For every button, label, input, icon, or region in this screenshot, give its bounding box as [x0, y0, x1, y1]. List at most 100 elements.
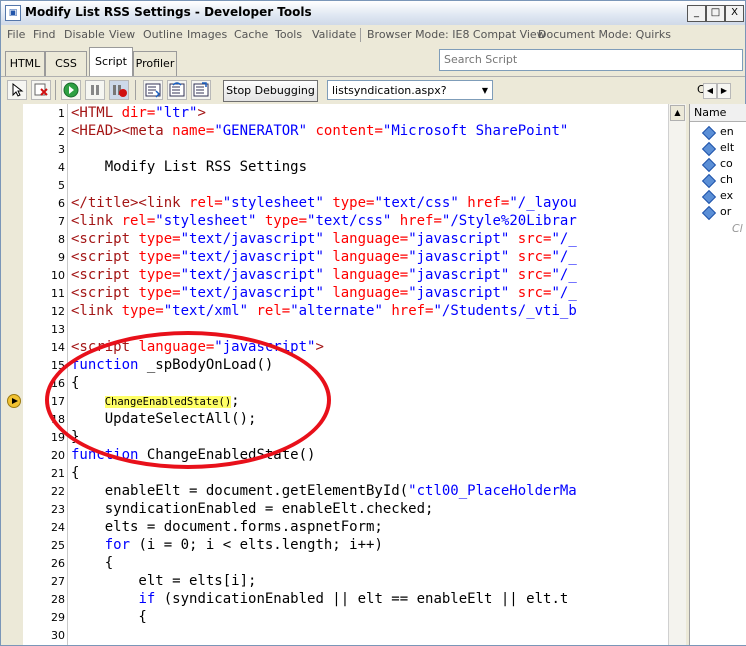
code-line-11: <script type="text/javascript" language=…: [71, 285, 577, 301]
step-over-button[interactable]: [167, 80, 187, 100]
cursor-icon: [12, 82, 24, 97]
code-line-27: elt = elts[i];: [71, 573, 257, 589]
property-icon: [701, 125, 717, 141]
menu-bar: File Find Disable View Outline Images Ca…: [1, 25, 745, 45]
menu-file[interactable]: File: [7, 28, 25, 41]
line-number: 28: [51, 593, 65, 606]
red-annotation-circle: [45, 331, 331, 469]
property-icon: [701, 157, 717, 173]
locals-item[interactable]: co: [701, 156, 746, 173]
property-icon: [701, 141, 717, 157]
code-line-10: <script type="text/javascript" language=…: [71, 267, 577, 283]
developer-tools-window: ▣ Modify List RSS Settings - Developer T…: [0, 0, 746, 646]
breakpoint-gutter[interactable]: [1, 104, 23, 645]
code-line-23: syndicationEnabled = enableElt.checked;: [71, 501, 434, 517]
line-number: 21: [51, 467, 65, 480]
line-number: 12: [51, 305, 65, 318]
line-number: 4: [58, 161, 65, 174]
line-number: 10: [51, 269, 65, 282]
menu-browser-mode[interactable]: Browser Mode: IE8 Compat View: [367, 28, 546, 41]
line-number: 24: [51, 521, 65, 534]
property-icon: [701, 205, 717, 221]
minimize-button[interactable]: _: [687, 5, 706, 22]
search-box: [439, 49, 743, 71]
locals-pane: Name en elt co ch ex or Cl: [689, 104, 746, 645]
menu-separator: [360, 28, 361, 42]
line-number: 27: [51, 575, 65, 588]
menu-tools[interactable]: Tools: [275, 28, 302, 41]
chevron-up-icon: ▲: [674, 108, 681, 117]
title-bar: ▣ Modify List RSS Settings - Developer T…: [1, 1, 745, 26]
locals-header-name[interactable]: Name: [690, 104, 746, 122]
clear-icon: [34, 83, 48, 96]
select-element-button[interactable]: [7, 80, 27, 100]
line-number: 2: [58, 125, 65, 138]
menu-document-mode[interactable]: Document Mode: Quirks: [538, 28, 671, 41]
line-number: 1: [58, 107, 65, 120]
menu-outline[interactable]: Outline: [143, 28, 183, 41]
continue-button[interactable]: [61, 80, 81, 100]
code-line-24: elts = document.forms.aspnetForm;: [71, 519, 383, 535]
tab-html[interactable]: HTML: [5, 51, 45, 76]
code-line-1: <HTML dir="ltr">: [71, 105, 206, 121]
line-number: 8: [58, 233, 65, 246]
menu-images[interactable]: Images: [187, 28, 227, 41]
line-number: 30: [51, 629, 65, 642]
tab-css[interactable]: CSS: [45, 51, 87, 76]
locals-more-label: Cl: [732, 222, 743, 235]
code-line-22: enableElt = document.getElementById("ctl…: [71, 483, 577, 499]
step-into-icon: [145, 83, 161, 98]
tab-script[interactable]: Script: [89, 47, 133, 76]
stop-debugging-button[interactable]: Stop Debugging: [223, 80, 318, 102]
code-line-21: {: [71, 465, 80, 481]
locals-item[interactable]: ch: [701, 172, 746, 189]
break-button[interactable]: [85, 80, 105, 100]
break-on-error-icon: [113, 85, 127, 97]
maximize-button[interactable]: □: [706, 5, 725, 22]
step-into-button[interactable]: [143, 80, 163, 100]
code-line-8: <script type="text/javascript" language=…: [71, 231, 577, 247]
line-number: 7: [58, 215, 65, 228]
menu-cache[interactable]: Cache: [234, 28, 268, 41]
locals-item[interactable]: ex: [701, 188, 746, 205]
locals-item[interactable]: or: [701, 204, 746, 221]
vertical-scrollbar[interactable]: ▲: [668, 104, 686, 645]
code-line-28: if (syndicationEnabled || elt == enableE…: [138, 591, 569, 607]
scroll-up-button[interactable]: ▲: [670, 105, 685, 121]
menu-validate[interactable]: Validate: [312, 28, 356, 41]
code-line-4: Modify List RSS Settings: [71, 159, 308, 175]
step-over-icon: [169, 82, 185, 97]
menu-disable[interactable]: Disable: [64, 28, 105, 41]
line-number: 11: [51, 287, 65, 300]
search-input[interactable]: [440, 50, 738, 68]
chevron-left-icon: ◀: [706, 86, 714, 95]
window-title: Modify List RSS Settings - Developer Too…: [25, 5, 312, 19]
dropdown-arrow-icon: ▼: [481, 86, 488, 95]
code-line-25: for (i = 0; i < elts.length; i++): [104, 537, 383, 553]
close-button[interactable]: X: [725, 5, 744, 22]
code-line-9: <script type="text/javascript" language=…: [71, 249, 577, 265]
menu-view[interactable]: View: [109, 28, 135, 41]
line-number: 29: [51, 611, 65, 624]
step-out-button[interactable]: [191, 80, 211, 100]
line-number: 9: [58, 251, 65, 264]
line-number: 5: [58, 179, 65, 192]
toolbar-separator: [55, 80, 56, 100]
locals-item[interactable]: en: [701, 124, 746, 141]
line-number: 20: [51, 449, 65, 462]
menu-find[interactable]: Find: [33, 28, 56, 41]
break-on-error-button[interactable]: [109, 80, 129, 100]
line-number: 26: [51, 557, 65, 570]
scroll-right-button[interactable]: ▶: [717, 83, 731, 99]
tab-profiler[interactable]: Profiler: [133, 51, 177, 76]
code-line-29: {: [71, 609, 147, 625]
scroll-left-button[interactable]: ◀: [703, 83, 717, 99]
toolbar-separator: [135, 80, 136, 100]
app-icon: ▣: [5, 5, 21, 21]
pause-icon: [91, 85, 99, 95]
script-file-select[interactable]: listsyndication.aspx?List=%... ▼: [327, 80, 493, 117]
property-icon: [701, 189, 717, 205]
line-number: 13: [51, 323, 65, 336]
locals-item[interactable]: elt: [701, 140, 746, 157]
clear-button[interactable]: [31, 80, 51, 100]
